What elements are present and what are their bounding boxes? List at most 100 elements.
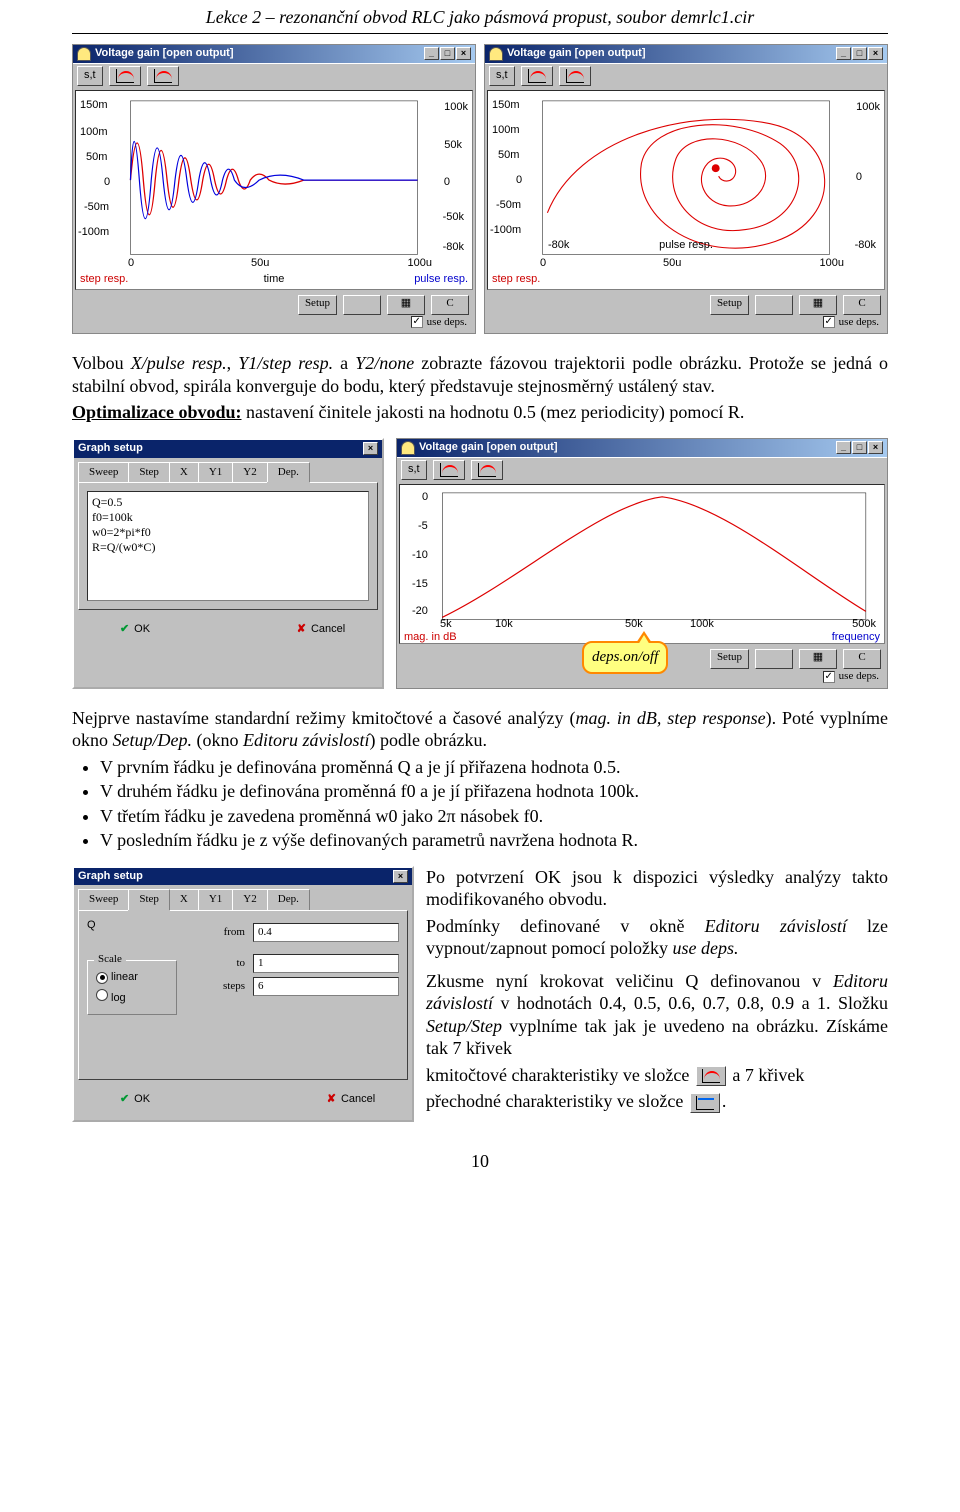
txt: přechodné charakteristiky ve složce (426, 1091, 688, 1111)
blue-graph-button[interactable] (147, 66, 179, 86)
use-deps-checkbox[interactable]: ✓ (411, 316, 423, 328)
bottom-two-col: Graph setup × SweepStepXY1Y2Dep. Q from 0… (72, 866, 888, 1123)
vg1-titlebar[interactable]: Voltage gain [open output] _ □ × (73, 45, 475, 63)
tab-sweep[interactable]: Sweep (78, 462, 129, 483)
y1-tick: 0 (104, 176, 110, 190)
grid-button[interactable]: ▦ (799, 649, 837, 669)
right-series-label: frequency (832, 631, 880, 645)
ok-button[interactable]: ✔OK (90, 618, 180, 642)
y2-tick: 0 (856, 171, 862, 185)
mode-button[interactable]: s,t (401, 460, 427, 480)
dep-tabbody: Q=0.5 f0=100k w0=2*pi*f0 R=Q/(w0*C) (78, 482, 378, 610)
opt-head: Optimalizace obvodu: (72, 402, 242, 422)
blue-graph-icon (690, 1093, 720, 1113)
tab-x[interactable]: X (169, 462, 199, 483)
mode-button[interactable]: s,t (77, 66, 103, 86)
close-button[interactable]: × (363, 442, 378, 455)
x-tick: 100k (690, 618, 714, 632)
grid-button[interactable]: ▦ (387, 295, 425, 315)
minimize-button[interactable]: _ (836, 441, 851, 454)
tab-dep[interactable]: Dep. (267, 462, 310, 483)
vg2-window: Voltage gain [open output] _ □ × s,t 150… (484, 44, 888, 335)
tab-y1[interactable]: Y1 (198, 462, 233, 483)
close-button[interactable]: × (393, 870, 408, 883)
scale-linear-radio[interactable] (96, 972, 108, 984)
dep-textarea[interactable]: Q=0.5 f0=100k w0=2*pi*f0 R=Q/(w0*C) (87, 491, 369, 601)
from-input[interactable]: 0.4 (253, 923, 399, 942)
tab-sweep[interactable]: Sweep (78, 889, 129, 910)
vg3-window: Voltage gain [open output] _ □ × s,t 0 -… (396, 438, 888, 689)
list-item: V třetím řádku je zavedena proměnná w0 j… (100, 805, 888, 828)
body-text-1: Volbou X/pulse resp., Y1/step resp. a Y2… (72, 352, 888, 424)
blue-graph-button[interactable] (559, 66, 591, 86)
step-tabs: SweepStepXY1Y2Dep. (74, 885, 412, 910)
ok-button[interactable]: ✔OK (90, 1088, 180, 1112)
x-tick: 500k (852, 618, 876, 632)
vg1-buttonbar: Setup ▦ C (73, 292, 475, 316)
c-button[interactable]: C (431, 295, 469, 315)
txt: v hodnotách 0.4, 0.5, 0.6, 0.7, 0.8, 0.9… (493, 993, 888, 1013)
setup-button[interactable]: Setup (710, 295, 749, 315)
y2-tick: -80k (443, 241, 464, 255)
red-graph-button[interactable] (521, 66, 553, 86)
minimize-button[interactable]: _ (424, 47, 439, 60)
grid-graph-button[interactable] (343, 295, 381, 315)
tab-y2[interactable]: Y2 (232, 462, 267, 483)
maximize-button[interactable]: □ (440, 47, 455, 60)
vg2-canvas: 150m 100m 50m 0 -50m -100m 100k 0 -80k -… (487, 90, 885, 290)
c-button[interactable]: C (843, 649, 881, 669)
use-deps-checkbox[interactable]: ✓ (823, 316, 835, 328)
maximize-button[interactable]: □ (852, 441, 867, 454)
tab-y2[interactable]: Y2 (232, 889, 267, 910)
vg2-titlebar[interactable]: Voltage gain [open output] _ □ × (485, 45, 887, 63)
minimize-button[interactable]: _ (836, 47, 851, 60)
tab-step[interactable]: Step (128, 889, 170, 910)
step-var-input[interactable]: Q (87, 919, 177, 946)
maximize-button[interactable]: □ (852, 47, 867, 60)
dep-titlebar[interactable]: Graph setup × (74, 440, 382, 458)
setup-button[interactable]: Setup (710, 649, 749, 669)
red-graph-button[interactable] (433, 460, 465, 480)
from-label: from (185, 926, 245, 940)
y2-tick: 100k (444, 101, 468, 115)
y1-tick: 0 (516, 174, 522, 188)
close-button[interactable]: × (868, 441, 883, 454)
list-item: V posledním řádku je z výše definovaných… (100, 829, 888, 852)
cancel-button[interactable]: ✘Cancel (276, 618, 366, 642)
y-tick: -20 (412, 605, 428, 619)
em: Editoru závislostí (243, 730, 370, 750)
close-button[interactable]: × (456, 47, 471, 60)
x-tick: 100u (820, 257, 844, 271)
y-tick: 0 (422, 491, 428, 505)
x-tick: 10k (495, 618, 513, 632)
graph-setup-dep-dialog: Graph setup × SweepStepXY1Y2Dep. Q=0.5 f… (72, 438, 384, 689)
blue-graph-button[interactable] (471, 460, 503, 480)
em: Setup/Dep. (113, 730, 192, 750)
txt: Zkusme nyní krokovat veličinu Q definova… (426, 971, 833, 991)
ok-label: OK (134, 1093, 150, 1107)
tab-step[interactable]: Step (128, 462, 170, 483)
setup-button[interactable]: Setup (298, 295, 337, 315)
tab-y1[interactable]: Y1 (198, 889, 233, 910)
mode-button[interactable]: s,t (489, 66, 515, 86)
step-titlebar[interactable]: Graph setup × (74, 868, 412, 886)
right-series-label: pulse resp. (414, 273, 468, 287)
steps-input[interactable]: 6 (253, 977, 399, 996)
x-tick: 50u (251, 257, 269, 271)
grid-graph-button[interactable] (755, 295, 793, 315)
grid-button[interactable]: ▦ (799, 295, 837, 315)
vg3-titlebar[interactable]: Voltage gain [open output] _ □ × (397, 439, 887, 457)
right-text-column: Po potvrzení OK jsou k dispozici výsledk… (426, 866, 888, 1118)
to-input[interactable]: 1 (253, 954, 399, 973)
close-button[interactable]: × (868, 47, 883, 60)
grid-graph-button[interactable] (755, 649, 793, 669)
cancel-button[interactable]: ✘Cancel (306, 1088, 396, 1112)
c-button[interactable]: C (843, 295, 881, 315)
list-item: V druhém řádku je definována proměnná f0… (100, 780, 888, 803)
dep-tabs: SweepStepXY1Y2Dep. (74, 458, 382, 483)
use-deps-checkbox[interactable]: ✓ (823, 671, 835, 683)
tab-dep[interactable]: Dep. (267, 889, 310, 910)
scale-log-radio[interactable] (96, 989, 108, 1001)
red-graph-button[interactable] (109, 66, 141, 86)
tab-x[interactable]: X (169, 889, 199, 910)
